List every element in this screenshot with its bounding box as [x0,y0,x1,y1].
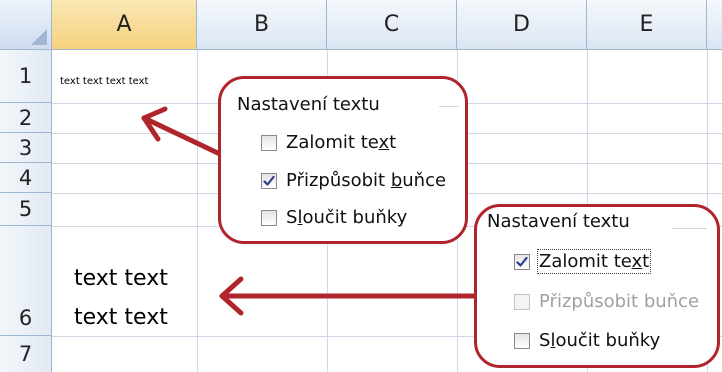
merge-cells-label: Sloučit buňky [539,330,661,351]
wrap-text-checkbox[interactable]: Zalomit text [261,132,396,153]
checkbox-unchecked-icon [261,209,277,226]
groupbox-line [672,228,707,229]
merge-cells-checkbox[interactable]: Sloučit buňky [514,330,660,351]
shrink-to-fit-label: Přizpůsobit buňce [286,170,447,191]
panel-bottom-title: Nastavení textu [487,211,630,232]
checkbox-checked-icon [514,253,530,270]
arrow-to-a1-icon [141,106,225,158]
panel-text-settings-bottom: Nastavení textu Zalomit text Přizpůsobit… [474,204,720,368]
checkbox-unchecked-icon [514,332,530,349]
checkbox-unchecked-icon [261,134,277,151]
checkbox-checked-icon [261,172,277,189]
shrink-to-fit-label: Přizpůsobit buňce [539,291,700,312]
wrap-text-checkbox[interactable]: Zalomit text [514,249,652,274]
wrap-text-label: Zalomit text [286,132,397,153]
panel-text-settings-top: Nastavení textu Zalomit text Přizpůsobit… [218,76,468,244]
merge-cells-checkbox[interactable]: Sloučit buňky [261,207,407,228]
merge-cells-label: Sloučit buňky [286,207,408,228]
checkbox-disabled-icon [514,293,530,310]
groupbox-line [439,106,459,107]
shrink-to-fit-checkbox[interactable]: Přizpůsobit buňce [261,170,446,191]
panel-top-title: Nastavení textu [237,94,380,115]
shrink-to-fit-checkbox: Přizpůsobit buňce [514,291,699,312]
wrap-text-label: Zalomit text [536,249,652,274]
arrow-to-a6-icon [219,276,479,316]
